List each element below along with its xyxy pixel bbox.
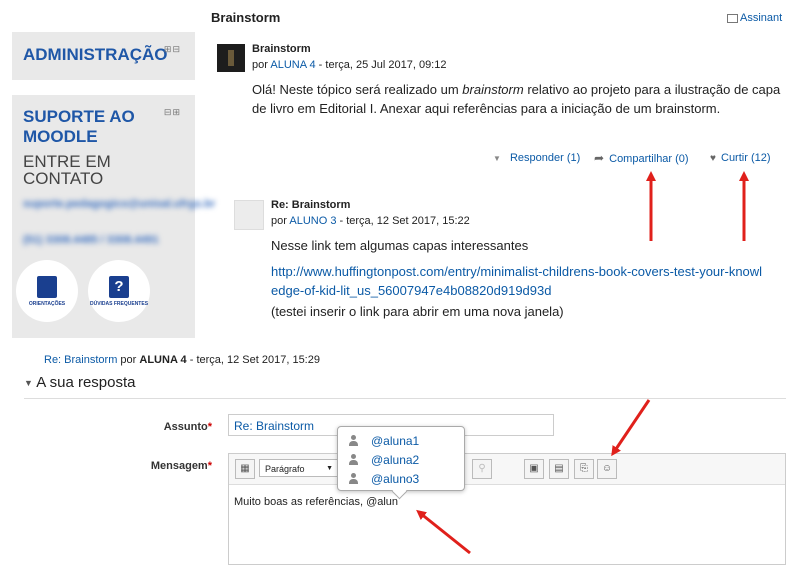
arrow-emoticon	[611, 399, 651, 457]
document-icon	[37, 275, 57, 298]
link-icon[interactable]: ⚲	[472, 459, 492, 479]
support-phone: (51) 3308.4485 / 3308.4491	[23, 234, 159, 246]
reply-text: Nesse link tem algumas capas interessant…	[271, 238, 529, 253]
divider	[24, 398, 786, 399]
heart-icon: ♥	[710, 153, 716, 164]
support-block: SUPORTE AO MOODLE ⊟⊞ ENTRE EM CONTATO su…	[12, 95, 215, 338]
support-email[interactable]: suporte.pedagogico@unisal.ufrgs.br	[23, 196, 215, 212]
reply-context: Re: Brainstorm por ALUNA 4 - terça, 12 S…	[44, 354, 320, 366]
subscribe-link[interactable]: Assinant	[727, 12, 782, 24]
discussion-title: Brainstorm	[211, 10, 281, 25]
share-icon: ➦	[594, 151, 605, 165]
share-link[interactable]: ➦ Compartilhar (0)	[594, 151, 689, 165]
user-icon	[348, 435, 359, 446]
user-icon	[348, 473, 359, 484]
emoticon-icon[interactable]: ☺	[597, 459, 617, 479]
message-textarea[interactable]: Muito boas as referências, @alun	[234, 496, 398, 508]
reference-link[interactable]: http://www.huffingtonpost.com/entry/mini…	[271, 262, 766, 300]
faq-button[interactable]: ? DÚVIDAS FREQUENTES	[88, 260, 150, 322]
user-icon	[348, 454, 359, 465]
reply-subject: Re: Brainstorm	[271, 199, 351, 211]
author-name: ALUNA 4	[139, 354, 187, 366]
mention-option[interactable]: @aluna1	[348, 431, 464, 450]
author-link[interactable]: ALUNO 3	[289, 215, 336, 227]
form-section-toggle[interactable]: ▼ A sua resposta	[24, 374, 136, 391]
author-link[interactable]: ALUNA 4	[270, 59, 315, 71]
avatar[interactable]	[234, 200, 264, 230]
reply-note: (testei inserir o link para abrir em uma…	[271, 304, 564, 319]
image-icon[interactable]: ▣	[524, 459, 544, 479]
file-icon[interactable]: ⎘	[574, 459, 594, 479]
format-select[interactable]: Parágrafo ▼	[259, 459, 339, 477]
media-icon[interactable]: ▤	[549, 459, 569, 479]
envelope-icon	[727, 13, 738, 23]
avatar[interactable]	[217, 44, 245, 72]
mention-popup: @aluna1 @aluna2 @aluno3	[337, 426, 465, 500]
post-subject: Brainstorm	[252, 43, 311, 55]
grid-icon[interactable]: ▦	[235, 459, 255, 479]
admin-block: ADMINISTRAÇÃO ⊞⊟	[12, 32, 195, 80]
support-block-title: SUPORTE AO MOODLE	[23, 107, 135, 146]
mention-option[interactable]: @aluno3	[348, 469, 464, 488]
question-icon: ?	[109, 275, 129, 298]
parent-post-link[interactable]: Re: Brainstorm	[44, 354, 117, 366]
caret-down-icon: ▼	[493, 154, 501, 163]
block-controls-icon[interactable]: ⊟⊞	[164, 107, 181, 118]
reply-link[interactable]: ▼ Responder (1)	[493, 152, 580, 164]
post-body: Olá! Neste tópico será realizado um brai…	[252, 82, 781, 116]
like-link[interactable]: ♥ Curtir (12)	[710, 152, 771, 164]
caret-down-icon: ▼	[326, 465, 333, 472]
contact-heading: ENTRE EM CONTATO	[23, 152, 111, 188]
editor-toolbar: ▦ Parágrafo ▼ ⚲ ▣ ▤ ⎘ ☺	[229, 454, 785, 485]
caret-down-icon: ▼	[24, 378, 33, 389]
admin-block-title: ADMINISTRAÇÃO	[23, 45, 168, 64]
message-editor: ▦ Parágrafo ▼ ⚲ ▣ ▤ ⎘ ☺ Muito boas as re…	[228, 453, 786, 565]
subject-label: Assunto*	[163, 421, 212, 433]
post-meta: por ALUNA 4 - terça, 25 Jul 2017, 09:12	[252, 59, 447, 71]
mention-option[interactable]: @aluna2	[348, 450, 464, 469]
message-label: Mensagem*	[150, 460, 212, 472]
reply-meta: por ALUNO 3 - terça, 12 Set 2017, 15:22	[271, 215, 470, 227]
guides-button[interactable]: ORIENTAÇÕES	[16, 260, 78, 322]
block-controls-icon[interactable]: ⊞⊟	[164, 44, 181, 55]
